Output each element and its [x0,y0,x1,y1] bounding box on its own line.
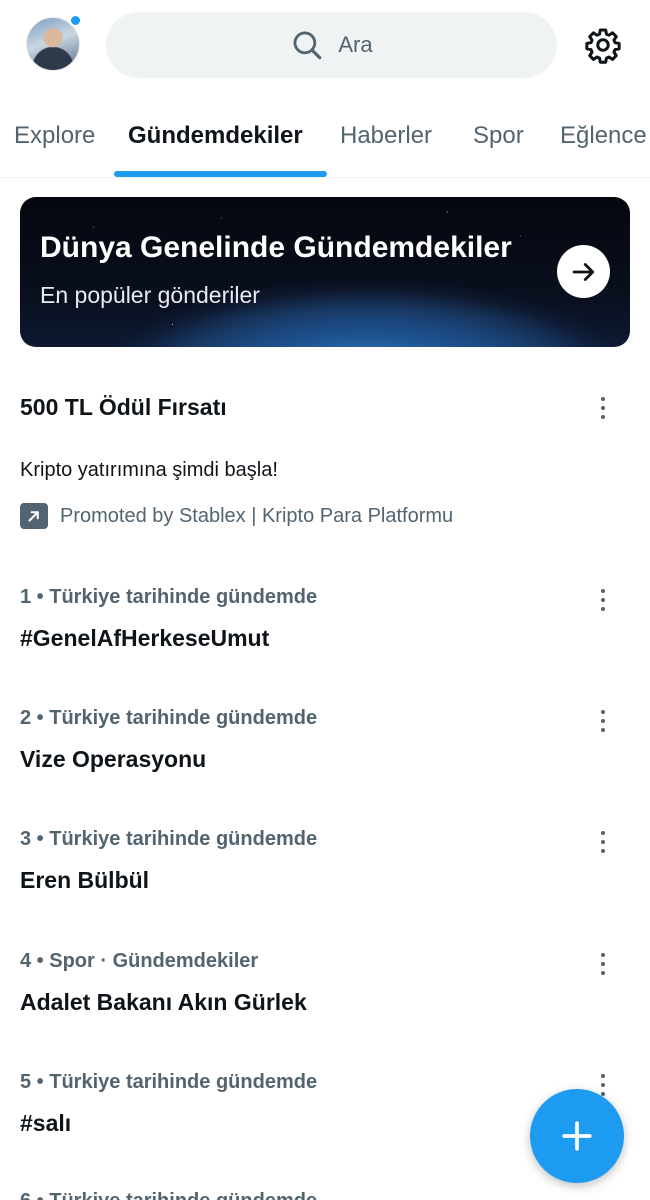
tab-trending[interactable]: Gündemdekiler [128,122,303,150]
banner-subtitle: En popüler gönderiler [40,282,260,308]
trend-item[interactable]: 6 • Türkiye tarihinde gündemde [0,1190,650,1200]
plus-icon [562,1121,592,1151]
tab-sports[interactable]: Spor [473,122,524,150]
trend-context: 2 • Türkiye tarihinde gündemde [20,707,318,729]
more-vertical-icon[interactable] [591,395,615,421]
tab-entertainment[interactable]: Eğlence [560,122,647,150]
trend-item[interactable]: 2 • Türkiye tarihinde gündemde Vize Oper… [0,707,650,828]
active-tab-indicator [114,171,327,177]
trend-context: 1 • Türkiye tarihinde gündemde [20,586,318,608]
banner-title: Dünya Genelinde Gündemdekiler [40,231,512,264]
trend-title: #GenelAfHerkeseUmut [20,625,270,651]
trend-context: 4 • Spor · Gündemdekiler [20,950,259,972]
top-bar: Ara [0,0,650,90]
promoted-title[interactable]: 500 TL Ödül Fırsatı [20,394,227,421]
trend-title: Eren Bülbül [20,867,150,893]
more-vertical-icon[interactable] [591,829,615,855]
search-bar[interactable]: Ara [106,12,557,78]
more-vertical-icon[interactable] [591,951,615,977]
tab-news[interactable]: Haberler [340,122,432,150]
trend-title: #salı [20,1110,72,1136]
notification-dot [69,14,82,27]
arrow-right-icon [572,262,594,281]
trend-item[interactable]: 3 • Türkiye tarihinde gündemde Eren Bülb… [0,828,650,949]
promoted-body: Kripto yatırımına şimdi başla! [20,459,278,481]
tab-bar: Explore Gündemdekiler Haberler Spor Eğle… [0,100,650,178]
worldwide-trends-banner[interactable]: Dünya Genelinde Gündemdekiler En popüler… [20,197,630,347]
promoted-by-text[interactable]: Promoted by Stablex | Kripto Para Platfo… [60,505,453,528]
trend-context: 5 • Türkiye tarihinde gündemde [20,1071,318,1093]
search-icon [293,31,322,60]
banner-arrow-button[interactable] [557,245,610,298]
trend-title: Adalet Bakanı Akın Gürlek [20,989,307,1015]
banner-background [20,197,630,347]
trend-context: 6 • Türkiye tarihinde gündemde [20,1190,317,1200]
trend-item[interactable]: 1 • Türkiye tarihinde gündemde #GenelAfH… [0,586,650,707]
more-vertical-icon[interactable] [591,708,615,734]
tab-explore[interactable]: Explore [14,122,95,150]
promoted-arrow-icon [20,503,48,529]
gear-icon[interactable] [584,26,622,64]
compose-button[interactable] [530,1089,624,1183]
trend-context: 3 • Türkiye tarihinde gündemde [20,828,318,850]
trend-title: Vize Operasyonu [20,746,207,772]
promoted-by-line: Promoted by Stablex | Kripto Para Platfo… [20,502,453,530]
trend-item[interactable]: 4 • Spor · Gündemdekiler Adalet Bakanı A… [0,950,650,1071]
more-vertical-icon[interactable] [591,587,615,613]
search-placeholder: Ara [338,32,373,57]
